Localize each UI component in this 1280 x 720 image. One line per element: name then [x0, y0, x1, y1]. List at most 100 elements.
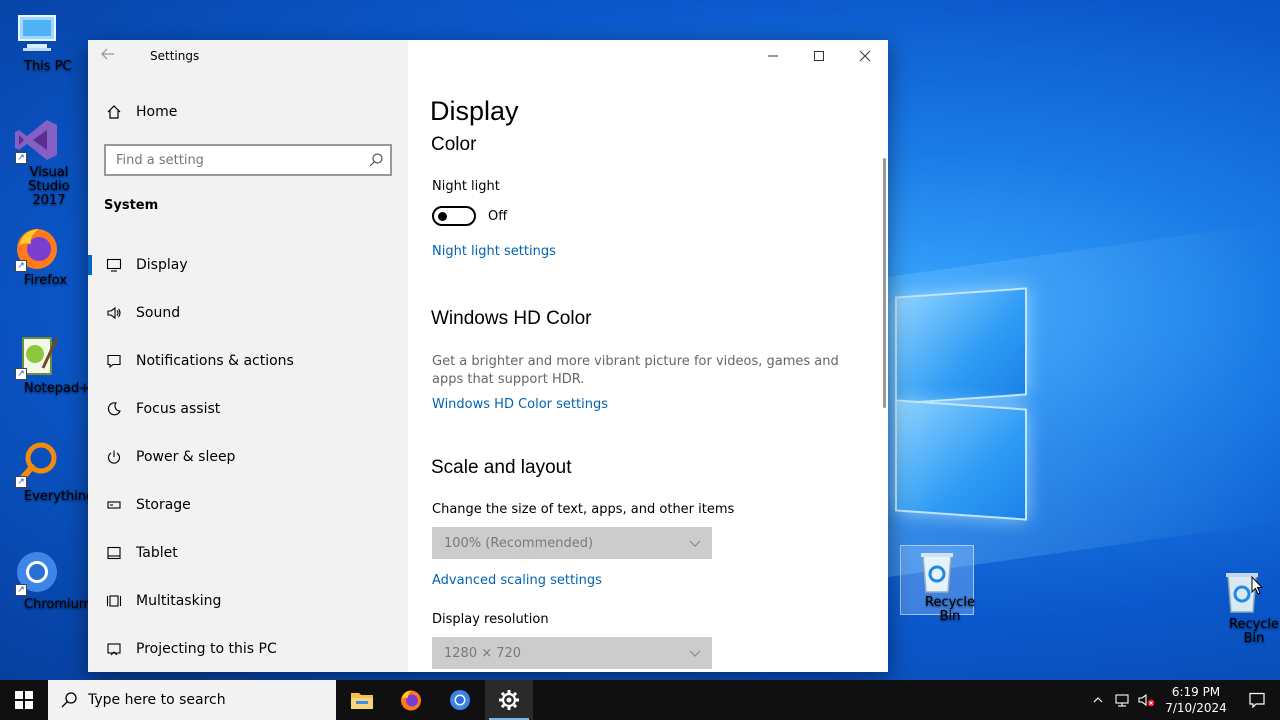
desktop-icon-firefox[interactable]: ↗ Firefox [0, 224, 74, 288]
sidebar-item-sound[interactable]: Sound [88, 289, 408, 337]
shortcut-arrow-icon: ↗ [15, 260, 27, 272]
advanced-scaling-link[interactable]: Advanced scaling settings [432, 573, 602, 588]
night-light-settings-link[interactable]: Night light settings [432, 244, 556, 259]
computer-icon [13, 10, 61, 58]
scale-dropdown[interactable]: 100% (Recommended) [432, 527, 712, 559]
sidebar-item-label: Storage [136, 497, 191, 513]
sidebar-item-multitasking[interactable]: Multitasking [88, 577, 408, 625]
minimize-button[interactable] [750, 40, 796, 72]
desktop-icon-this-pc[interactable]: This PC [0, 10, 74, 74]
find-setting-search[interactable] [104, 144, 392, 176]
folder-icon [351, 693, 373, 709]
close-button[interactable] [842, 40, 888, 72]
sidebar-item-display[interactable]: Display [88, 241, 408, 289]
desktop-icon-everything[interactable]: ↗ Everything [0, 440, 94, 504]
sidebar-item-label: Multitasking [136, 593, 222, 609]
desktop-icon-recycle-bin-selected[interactable]: Recycle Bin [900, 545, 975, 624]
maximize-button[interactable] [796, 40, 842, 72]
sidebar-item-projecting[interactable]: Projecting to this PC [88, 625, 408, 672]
volume-muted-icon [1138, 693, 1155, 707]
scale-size-label: Change the size of text, apps, and other… [432, 502, 735, 517]
windows-logo-wallpaper [895, 282, 1029, 521]
taskbar-search-box[interactable]: Type here to search [48, 680, 336, 720]
sidebar-item-label: Sound [136, 305, 181, 321]
sidebar-item-label: Tablet [136, 545, 178, 561]
storage-icon [104, 495, 124, 515]
toggle-knob [438, 212, 447, 221]
resolution-dropdown[interactable]: 1280 × 720 [432, 637, 712, 669]
sidebar-item-label: Display [136, 257, 188, 273]
sidebar-item-focus-assist[interactable]: Focus assist [88, 385, 408, 433]
hd-color-heading: Windows HD Color [431, 308, 592, 329]
minimize-icon [768, 55, 778, 57]
sidebar-nav-list: Display Sound Notifications & actions Fo… [88, 241, 408, 672]
sidebar-item-label: Notifications & actions [136, 353, 294, 369]
nav-home-label: Home [136, 104, 178, 120]
sidebar-section-heading: System [104, 198, 159, 213]
window-controls [750, 40, 888, 72]
desktop-icon-recycle-bin[interactable]: Recycle Bin [1205, 568, 1279, 646]
sidebar-item-notifications[interactable]: Notifications & actions [88, 337, 408, 385]
sidebar-item-label: Projecting to this PC [136, 641, 277, 657]
network-button[interactable] [1110, 680, 1134, 720]
title-bar[interactable]: Settings [88, 40, 408, 72]
show-hidden-icons-button[interactable] [1086, 680, 1110, 720]
desktop-icon-chromium[interactable]: ↗ Chromium [0, 548, 92, 612]
content-scrollbar[interactable] [883, 158, 886, 408]
desktop-icon-notepadpp[interactable]: ↗ Notepad++ [0, 332, 101, 396]
desktop-icon-visual-studio[interactable]: ↗ Visual Studio 2017 [0, 116, 74, 208]
night-light-toggle[interactable] [432, 206, 476, 226]
action-center-button[interactable] [1234, 680, 1280, 720]
shortcut-arrow-icon: ↗ [15, 584, 27, 596]
taskbar-firefox[interactable] [387, 680, 435, 720]
sidebar-item-tablet[interactable]: Tablet [88, 529, 408, 577]
settings-sidebar: Settings Home System Display Sound [88, 40, 408, 672]
chevron-down-icon [689, 540, 701, 547]
night-light-state: Off [488, 209, 508, 224]
moon-icon [104, 399, 124, 419]
night-light-label: Night light [432, 179, 500, 194]
chevron-up-icon [1093, 697, 1103, 703]
nav-home[interactable]: Home [104, 102, 177, 122]
taskbar-settings[interactable] [485, 680, 533, 720]
hd-color-settings-link[interactable]: Windows HD Color settings [432, 397, 608, 412]
start-button[interactable] [0, 680, 48, 720]
sidebar-item-storage[interactable]: Storage [88, 481, 408, 529]
home-icon [104, 102, 124, 122]
firefox-icon [401, 690, 421, 711]
search-icon [369, 153, 383, 167]
system-tray: 6:19 PM 7/10/2024 [1086, 680, 1280, 720]
close-icon [859, 50, 871, 62]
taskbar-chromium[interactable] [436, 680, 484, 720]
back-button[interactable] [100, 46, 124, 66]
taskbar-file-explorer[interactable] [338, 680, 386, 720]
sidebar-item-power-sleep[interactable]: Power & sleep [88, 433, 408, 481]
settings-content: Display Color Night light Off Night ligh… [408, 40, 888, 672]
taskbar-clock[interactable]: 6:19 PM 7/10/2024 [1158, 684, 1234, 716]
mouse-cursor-icon [1251, 576, 1263, 595]
sidebar-item-label: Power & sleep [136, 449, 236, 465]
sidebar-item-label: Focus assist [136, 401, 221, 417]
display-resolution-label: Display resolution [432, 612, 549, 627]
color-heading: Color [431, 134, 477, 155]
find-setting-input[interactable] [106, 146, 356, 174]
scale-dropdown-value: 100% (Recommended) [444, 535, 594, 551]
scale-layout-heading: Scale and layout [431, 457, 572, 478]
window-title: Settings [150, 49, 200, 63]
shortcut-arrow-icon: ↗ [15, 476, 27, 488]
settings-window: Settings Home System Display Sound [88, 40, 888, 672]
page-title: Display [430, 96, 519, 126]
gear-icon [499, 690, 519, 710]
chromium-icon: ↗ [13, 548, 61, 596]
shortcut-arrow-icon: ↗ [15, 368, 27, 380]
shortcut-arrow-icon: ↗ [15, 152, 27, 164]
taskbar: Type here to search 6:19 PM 7/10/2024 [0, 680, 1280, 720]
network-icon [1115, 694, 1129, 707]
monitor-icon [104, 255, 124, 275]
chevron-down-icon [689, 650, 701, 657]
projector-icon [104, 639, 124, 659]
speaker-icon [104, 303, 124, 323]
volume-button[interactable] [1134, 680, 1158, 720]
arrow-left-icon [101, 48, 114, 60]
firefox-icon: ↗ [13, 224, 61, 272]
